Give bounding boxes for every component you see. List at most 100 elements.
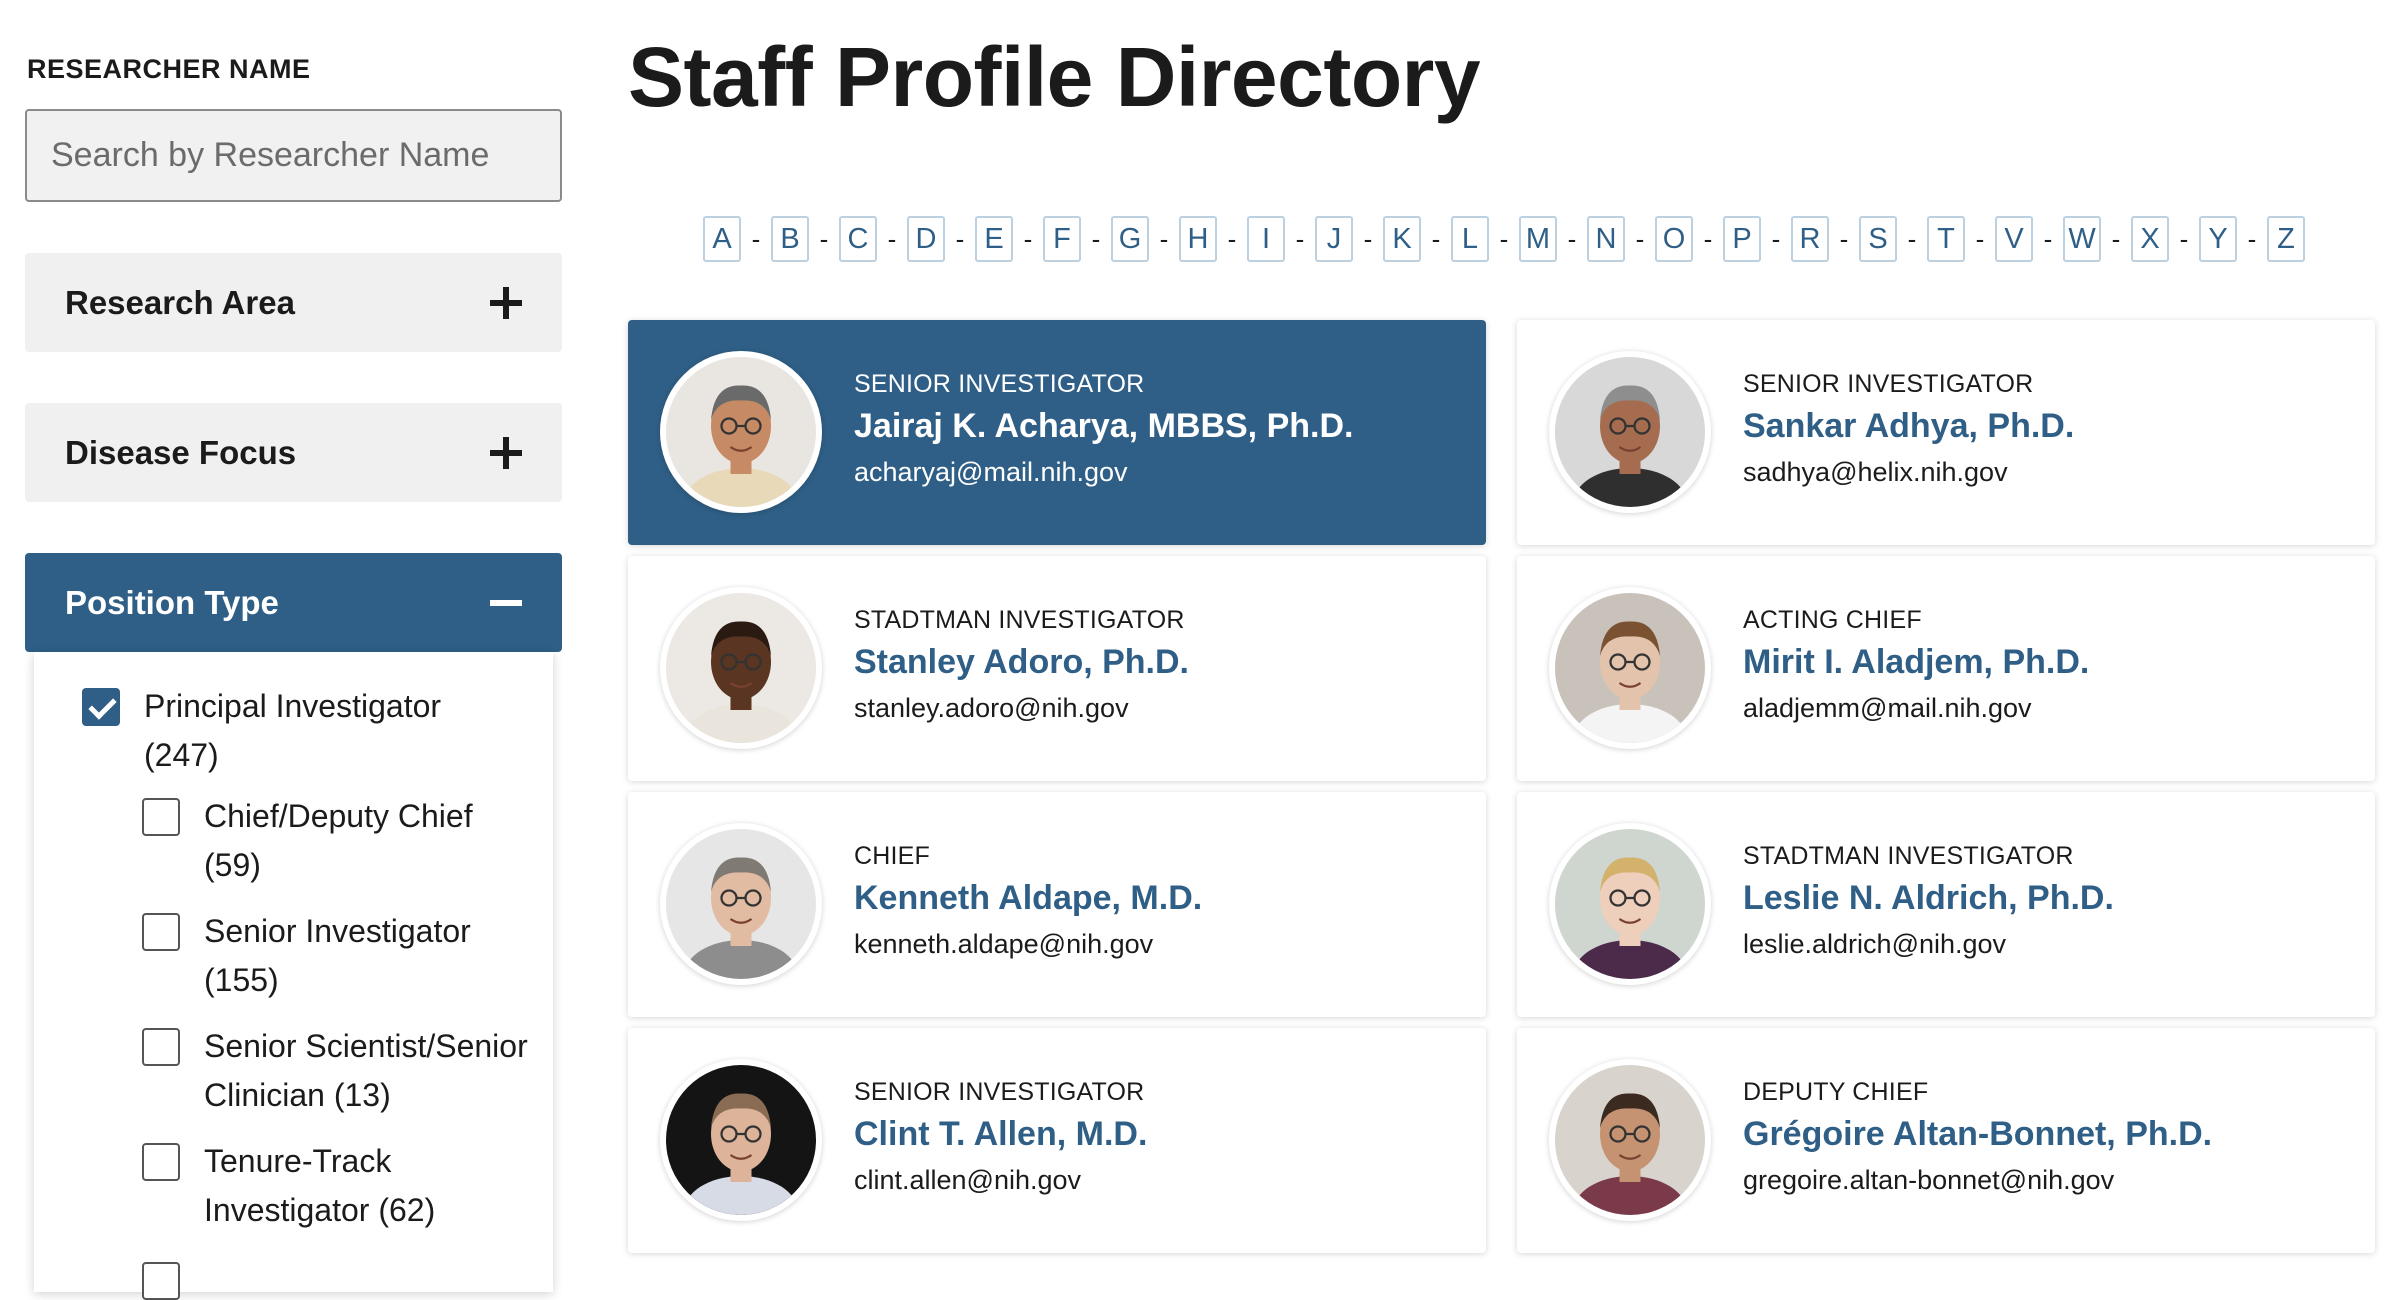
profile-name-link[interactable]: Mirit I. Aladjem, Ph.D.	[1743, 638, 2089, 686]
letter-link-p[interactable]: P	[1723, 216, 1761, 262]
checkbox[interactable]	[142, 913, 180, 951]
profile-card[interactable]: SENIOR INVESTIGATOR Clint T. Allen, M.D. c…	[628, 1028, 1486, 1253]
checkbox[interactable]	[142, 1028, 180, 1066]
profile-email[interactable]: clint.allen@nih.gov	[854, 1158, 1147, 1202]
profile-card[interactable]: STADTMAN INVESTIGATOR Leslie N. Aldrich, …	[1517, 792, 2375, 1017]
researcher-search-input[interactable]	[25, 109, 562, 202]
letter-link-n[interactable]: N	[1587, 216, 1625, 262]
letter-link-v[interactable]: V	[1995, 216, 2033, 262]
letter-separator: -	[1703, 223, 1713, 254]
letter-separator: -	[1295, 223, 1305, 254]
letter-separator: -	[887, 223, 897, 254]
profile-name-link[interactable]: Leslie N. Aldrich, Ph.D.	[1743, 874, 2114, 922]
position-type-accordion[interactable]: Position Type	[25, 553, 562, 652]
research-area-accordion[interactable]: Research Area	[25, 253, 562, 352]
accordion-label: Disease Focus	[65, 433, 297, 471]
position-type-panel: Principal Investigator (247) Chief/Deput…	[34, 652, 553, 1300]
profile-name-link[interactable]: Stanley Adoro, Ph.D.	[854, 638, 1189, 686]
letter-link-i[interactable]: I	[1247, 216, 1285, 262]
option-senior-scientist[interactable]: Senior Scientist/Senior Clinician (13)	[142, 1022, 534, 1120]
profile-email[interactable]: leslie.aldrich@nih.gov	[1743, 922, 2114, 966]
profile-email[interactable]: sadhya@helix.nih.gov	[1743, 450, 2074, 494]
profile-name-link[interactable]: Clint T. Allen, M.D.	[854, 1110, 1147, 1158]
checkbox[interactable]	[142, 1143, 180, 1181]
profile-role: STADTMAN INVESTIGATOR	[1743, 842, 2074, 870]
letter-link-s[interactable]: S	[1859, 216, 1897, 262]
letter-separator: -	[1839, 223, 1849, 254]
letter-link-d[interactable]: D	[907, 216, 945, 262]
profile-email[interactable]: aladjemm@mail.nih.gov	[1743, 686, 2089, 730]
profile-card[interactable]: CHIEF Kenneth Aldape, M.D. kenneth.aldape@…	[628, 792, 1486, 1017]
profile-email[interactable]: gregoire.altan-bonnet@nih.gov	[1743, 1158, 2212, 1202]
profile-name-link[interactable]: Kenneth Aldape, M.D.	[854, 874, 1202, 922]
letter-link-m[interactable]: M	[1519, 216, 1557, 262]
option-label: Senior Scientist/Senior Clinician (13)	[204, 1028, 528, 1113]
letter-link-j[interactable]: J	[1315, 216, 1353, 262]
profile-card[interactable]: SENIOR INVESTIGATOR Sankar Adhya, Ph.D. sa…	[1517, 320, 2375, 545]
profile-info: SENIOR INVESTIGATOR Jairaj K. Acharya, MB…	[854, 368, 1353, 494]
letter-separator: -	[819, 223, 829, 254]
letter-link-a[interactable]: A	[703, 216, 741, 262]
profile-card[interactable]: STADTMAN INVESTIGATOR Stanley Adoro, Ph.D…	[628, 556, 1486, 781]
checkbox[interactable]	[142, 1262, 180, 1300]
letter-separator: -	[1091, 223, 1101, 254]
letter-separator: -	[1363, 223, 1373, 254]
avatar	[660, 1059, 822, 1221]
option-tenure-track[interactable]: Tenure-Track Investigator (62)	[142, 1137, 504, 1235]
letter-separator: -	[1567, 223, 1577, 254]
profile-card[interactable]: DEPUTY CHIEF Grégoire Altan-Bonnet, Ph.D.…	[1517, 1028, 2375, 1253]
letter-link-w[interactable]: W	[2063, 216, 2101, 262]
letter-separator: -	[1023, 223, 1033, 254]
profile-email[interactable]: kenneth.aldape@nih.gov	[854, 922, 1202, 966]
profile-grid: SENIOR INVESTIGATOR Jairaj K. Acharya, MB…	[628, 320, 2375, 1261]
letter-link-y[interactable]: Y	[2199, 216, 2237, 262]
checkbox[interactable]	[142, 798, 180, 836]
profile-info: STADTMAN INVESTIGATOR Stanley Adoro, Ph.D…	[854, 604, 1189, 730]
letter-separator: -	[1975, 223, 1985, 254]
letter-link-h[interactable]: H	[1179, 216, 1217, 262]
letter-link-l[interactable]: L	[1451, 216, 1489, 262]
avatar	[1549, 823, 1711, 985]
letter-separator: -	[1227, 223, 1237, 254]
minus-icon	[490, 587, 522, 619]
researcher-name-label: RESEARCHER NAME	[27, 54, 311, 84]
profile-role: SENIOR INVESTIGATOR	[854, 1078, 1145, 1106]
plus-icon	[490, 436, 522, 469]
letter-separator: -	[1771, 223, 1781, 254]
letter-separator: -	[2247, 223, 2257, 254]
letter-link-x[interactable]: X	[2131, 216, 2169, 262]
letter-link-b[interactable]: B	[771, 216, 809, 262]
profile-card[interactable]: ACTING CHIEF Mirit I. Aladjem, Ph.D. aladj…	[1517, 556, 2375, 781]
profile-email[interactable]: stanley.adoro@nih.gov	[854, 686, 1189, 730]
profile-info: DEPUTY CHIEF Grégoire Altan-Bonnet, Ph.D.…	[1743, 1076, 2212, 1202]
letter-link-r[interactable]: R	[1791, 216, 1829, 262]
letter-link-z[interactable]: Z	[2267, 216, 2305, 262]
accordion-label: Research Area	[65, 283, 295, 321]
letter-separator: -	[1431, 223, 1441, 254]
alphabet-nav: A-B-C-D-E-F-G-H-I-J-K-L-M-N-O-P-R-S-T-V-…	[703, 216, 2305, 262]
letter-link-f[interactable]: F	[1043, 216, 1081, 262]
disease-focus-accordion[interactable]: Disease Focus	[25, 403, 562, 502]
checkbox[interactable]	[82, 688, 120, 726]
avatar	[660, 587, 822, 749]
plus-icon	[490, 286, 522, 319]
letter-link-t[interactable]: T	[1927, 216, 1965, 262]
option-chief-deputy-chief[interactable]: Chief/Deputy Chief (59)	[142, 792, 504, 890]
letter-link-g[interactable]: G	[1111, 216, 1149, 262]
accordion-label: Position Type	[65, 583, 279, 621]
letter-link-k[interactable]: K	[1383, 216, 1421, 262]
profile-name-link[interactable]: Grégoire Altan-Bonnet, Ph.D.	[1743, 1110, 2212, 1158]
profile-name-link[interactable]: Sankar Adhya, Ph.D.	[1743, 402, 2074, 450]
letter-separator: -	[751, 223, 761, 254]
avatar	[660, 823, 822, 985]
letter-separator: -	[1499, 223, 1509, 254]
letter-link-e[interactable]: E	[975, 216, 1013, 262]
letter-link-o[interactable]: O	[1655, 216, 1693, 262]
profile-card[interactable]: SENIOR INVESTIGATOR Jairaj K. Acharya, MB…	[628, 320, 1486, 545]
option-principal-investigator[interactable]: Principal Investigator (247)	[82, 682, 504, 780]
option-senior-investigator[interactable]: Senior Investigator (155)	[142, 907, 504, 1005]
letter-separator: -	[1159, 223, 1169, 254]
profile-name-link[interactable]: Jairaj K. Acharya, MBBS, Ph.D.	[854, 402, 1353, 450]
profile-email[interactable]: acharyaj@mail.nih.gov	[854, 450, 1353, 494]
letter-link-c[interactable]: C	[839, 216, 877, 262]
